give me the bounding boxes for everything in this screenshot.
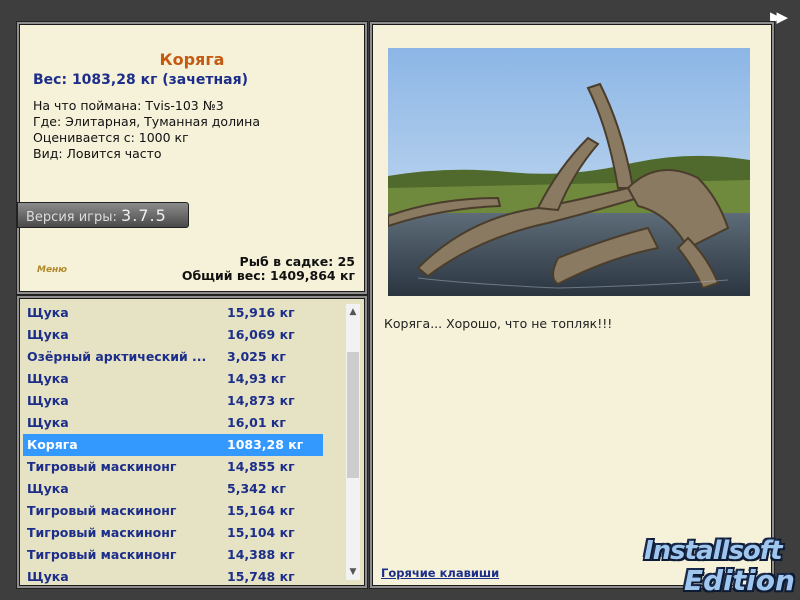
keepnet-count: Рыб в садке: 25 — [239, 254, 355, 269]
catch-list-row[interactable]: Тигровый маскинонг 15,164 кг — [23, 500, 323, 522]
catch-fish-name: Тигровый маскинонг — [27, 525, 177, 540]
catch-list-panel: Щука 15,916 кг Щука 16,069 кг Озёрный арктич… — [17, 296, 367, 588]
catch-fish-weight: 14,873 кг — [227, 393, 295, 408]
scroll-up-icon[interactable]: ▲ — [346, 304, 360, 320]
snag-photo-image — [388, 48, 750, 296]
fish-info-panel: Коряга Вес: 1083,28 кг (зачетная) На что… — [17, 22, 367, 294]
catch-fish-name: Тигровый маскинонг — [27, 459, 177, 474]
catch-fish-weight: 3,025 кг — [227, 349, 286, 364]
catch-list-row[interactable]: Щука 14,873 кг — [23, 390, 323, 412]
photo-caption: Коряга... Хорошо, что не топляк!!! — [384, 316, 613, 331]
catch-fish-name: Щука — [27, 569, 69, 584]
bait-info: На что поймана: Tvis-103 №3 — [33, 98, 224, 113]
version-value: 3.7.5 — [121, 206, 167, 225]
catch-list-row[interactable]: Щука 15,748 кг — [23, 566, 323, 588]
catch-fish-name: Тигровый маскинонг — [27, 547, 177, 562]
fish-weight: Вес: 1083,28 кг (зачетная) — [33, 72, 248, 88]
catch-list-row[interactable]: Тигровый маскинонг 15,104 кг — [23, 522, 323, 544]
catch-fish-name: Тигровый маскинонг — [27, 503, 177, 518]
catch-list-row[interactable]: Коряга 1083,28 кг — [23, 434, 323, 456]
catch-fish-weight: 16,01 кг — [227, 415, 286, 430]
catch-list-row[interactable]: Щука 15,916 кг — [23, 302, 323, 324]
catch-fish-name: Щука — [27, 371, 69, 386]
version-label: Версия игры: — [26, 210, 117, 225]
scroll-thumb[interactable] — [347, 352, 359, 478]
menu-button[interactable]: Меню — [37, 265, 67, 275]
fish-photo-panel: Коряга... Хорошо, что не топляк!!! Горяч… — [370, 22, 774, 588]
catch-fish-weight: 15,748 кг — [227, 569, 295, 584]
installsoft-logo: Installsoft Edition — [640, 518, 800, 598]
catch-fish-weight: 14,388 кг — [227, 547, 295, 562]
catch-fish-name: Щука — [27, 327, 69, 342]
catch-fish-name: Щука — [27, 481, 69, 496]
catch-fish-weight: 16,069 кг — [227, 327, 295, 342]
logo-line-2: Edition — [684, 564, 795, 597]
catch-list-row[interactable]: Тигровый маскинонг 14,388 кг — [23, 544, 323, 566]
catch-fish-weight: 15,104 кг — [227, 525, 295, 540]
catch-fish-weight: 14,93 кг — [227, 371, 286, 386]
catch-list-row[interactable]: Озёрный арктический ... 3,025 кг — [23, 346, 323, 368]
catch-fish-name: Коряга — [27, 437, 78, 452]
catch-list-row[interactable]: Щука 14,93 кг — [23, 368, 323, 390]
game-version-badge: Версия игры: 3.7.5 — [17, 202, 189, 228]
catch-fish-name: Щука — [27, 415, 69, 430]
catch-fish-name: Озёрный арктический ... — [27, 349, 207, 364]
catch-list-scrollbar[interactable]: ▲ ▼ — [346, 304, 360, 580]
scroll-down-icon[interactable]: ▼ — [346, 564, 360, 580]
rated-from-info: Оценивается с: 1000 кг — [33, 130, 189, 145]
catch-fish-weight: 15,164 кг — [227, 503, 295, 518]
catch-list-row[interactable]: Щука 16,069 кг — [23, 324, 323, 346]
catch-fish-weight: 5,342 кг — [227, 481, 286, 496]
catch-fish-name: Щука — [27, 393, 69, 408]
kind-info: Вид: Ловится часто — [33, 146, 162, 161]
catch-list-row[interactable]: Щука 5,342 кг — [23, 478, 323, 500]
fish-photo — [388, 48, 750, 296]
logo-line-1: Installsoft — [644, 536, 783, 566]
catch-list-row[interactable]: Щука 16,01 кг — [23, 412, 323, 434]
catch-fish-name: Щука — [27, 305, 69, 320]
catch-fish-weight: 14,855 кг — [227, 459, 295, 474]
fish-title: Коряга — [159, 50, 225, 69]
location-info: Где: Элитарная, Туманная долина — [33, 114, 261, 129]
catch-list-row[interactable]: Тигровый маскинонг 14,855 кг — [23, 456, 323, 478]
keepnet-total-weight: Общий вес: 1409,864 кг — [181, 268, 355, 283]
catch-fish-weight: 15,916 кг — [227, 305, 295, 320]
hotkeys-link[interactable]: Горячие клавиши — [381, 566, 499, 580]
catch-fish-weight: 1083,28 кг — [227, 437, 304, 452]
